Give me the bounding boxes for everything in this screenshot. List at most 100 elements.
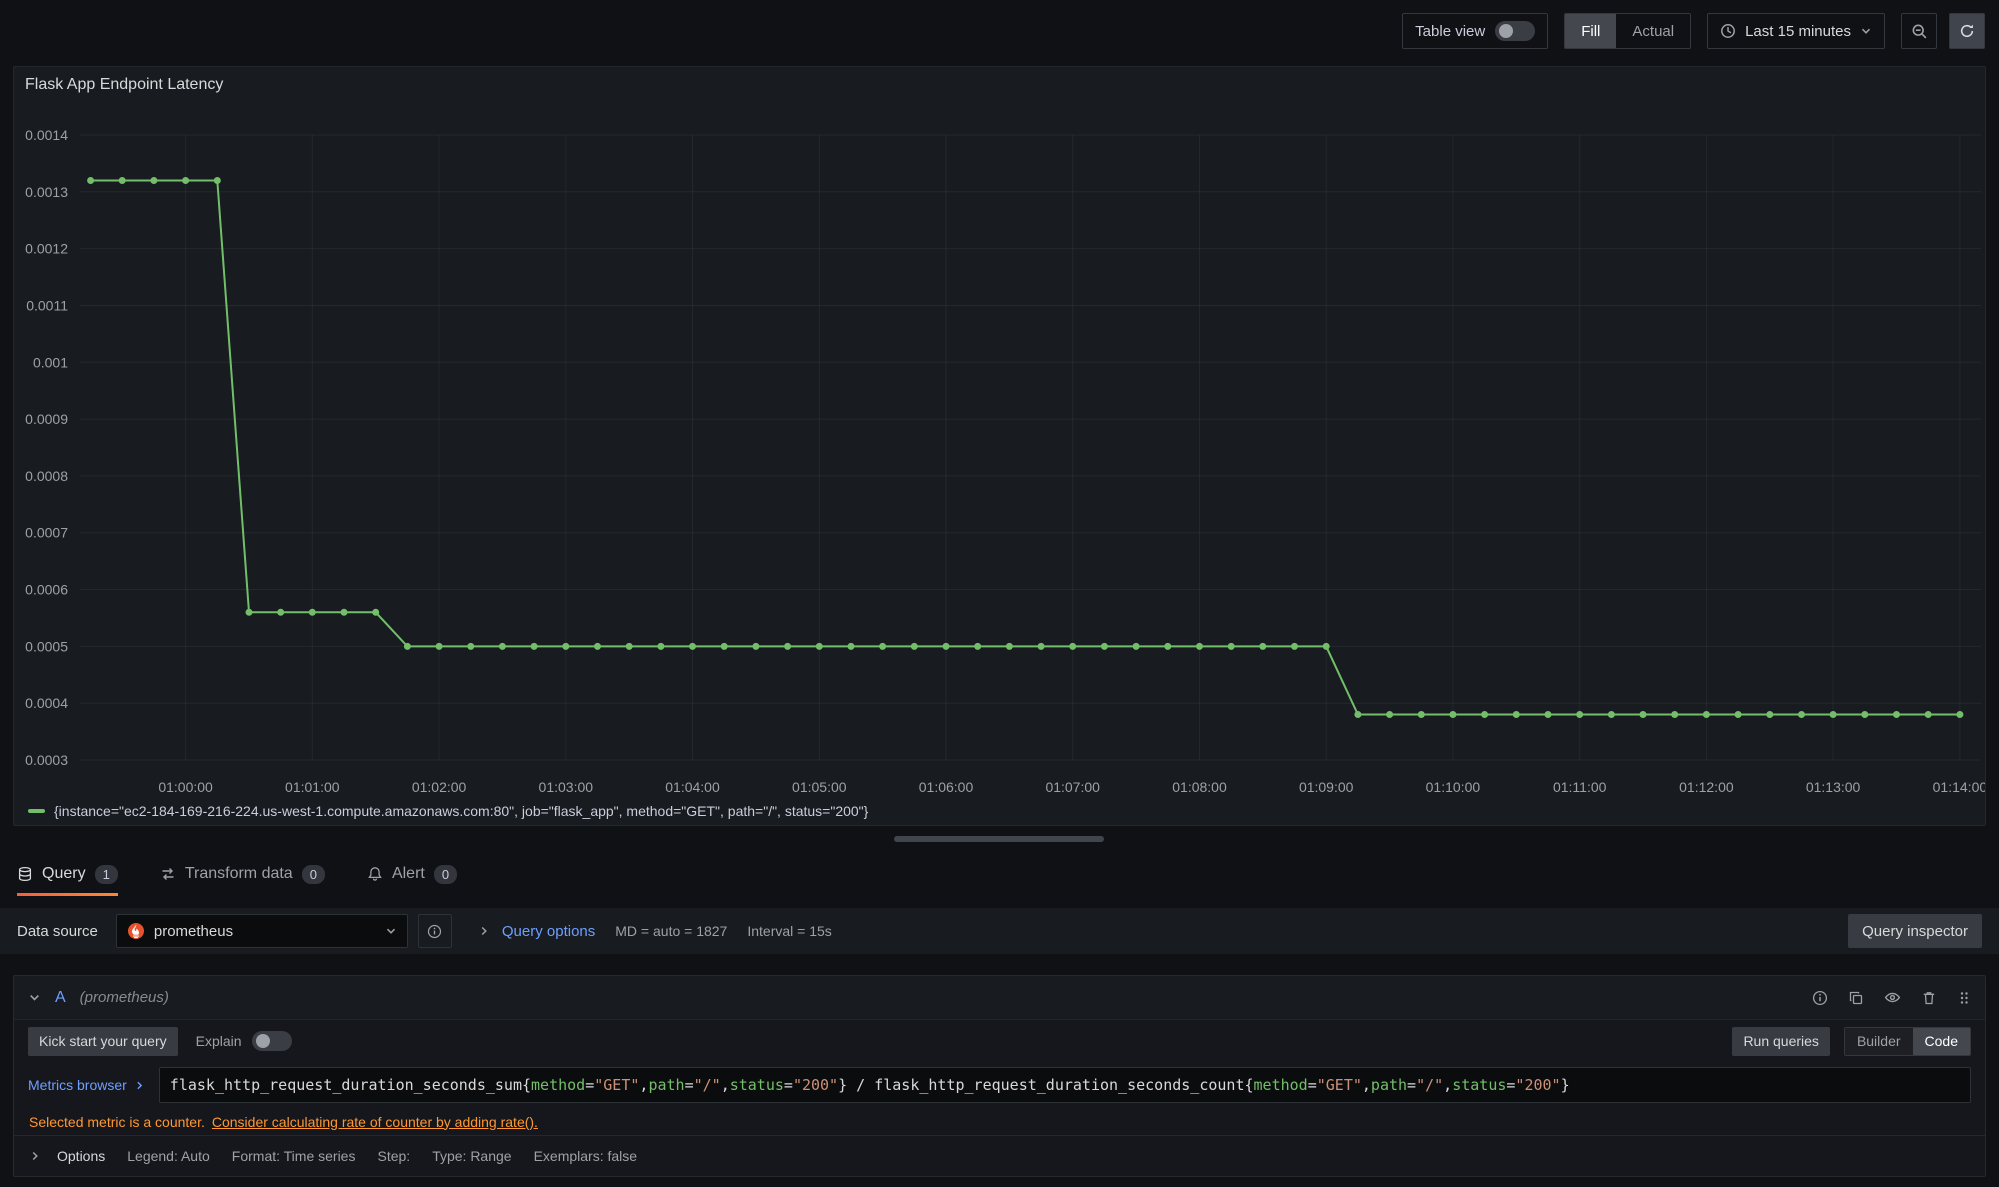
query-ref-id[interactable]: A xyxy=(55,989,66,1007)
latency-panel: Flask App Endpoint Latency 0.00140.00130… xyxy=(13,66,1986,826)
svg-text:0.0009: 0.0009 xyxy=(25,411,68,427)
svg-text:01:12:00: 01:12:00 xyxy=(1679,779,1734,795)
refresh-button[interactable] xyxy=(1949,13,1985,49)
options-label: Options xyxy=(57,1148,105,1164)
zoom-out-icon xyxy=(1911,23,1928,40)
query-options-interval: Interval = 15s xyxy=(747,923,831,939)
svg-text:0.0007: 0.0007 xyxy=(25,525,68,541)
query-options-toggle[interactable]: Query options MD = auto = 1827 Interval … xyxy=(478,923,832,940)
svg-text:0.0012: 0.0012 xyxy=(25,241,68,257)
option-exemplars: Exemplars: false xyxy=(534,1148,637,1164)
time-range-label: Last 15 minutes xyxy=(1745,23,1851,40)
info-circle-icon[interactable] xyxy=(1812,990,1828,1006)
option-legend: Legend: Auto xyxy=(127,1148,210,1164)
tab-transform-data[interactable]: Transform data 0 xyxy=(160,852,325,896)
query-expression-row: Metrics browser flask_http_request_durat… xyxy=(14,1062,1985,1108)
legend-swatch xyxy=(28,809,45,813)
warning-rate-link[interactable]: Consider calculating rate of counter by … xyxy=(212,1114,538,1130)
table-view-control: Table view xyxy=(1402,13,1548,49)
svg-text:01:13:00: 01:13:00 xyxy=(1806,779,1861,795)
time-range-picker[interactable]: Last 15 minutes xyxy=(1707,13,1885,49)
svg-text:01:11:00: 01:11:00 xyxy=(1553,779,1607,795)
tab-alert-count: 0 xyxy=(434,865,457,884)
option-format: Format: Time series xyxy=(232,1148,356,1164)
datasource-label: Data source xyxy=(17,923,98,940)
svg-text:01:09:00: 01:09:00 xyxy=(1299,779,1354,795)
svg-text:01:02:00: 01:02:00 xyxy=(412,779,467,795)
database-icon xyxy=(17,866,33,882)
promql-expression-input[interactable]: flask_http_request_duration_seconds_sum{… xyxy=(159,1067,1971,1103)
kick-start-query-button[interactable]: Kick start your query xyxy=(28,1027,178,1056)
zoom-out-button[interactable] xyxy=(1901,13,1937,49)
svg-text:0.0014: 0.0014 xyxy=(25,127,68,143)
eye-icon[interactable] xyxy=(1884,989,1901,1006)
panel-title[interactable]: Flask App Endpoint Latency xyxy=(25,76,223,94)
run-queries-button[interactable]: Run queries xyxy=(1732,1027,1830,1056)
svg-text:0.001: 0.001 xyxy=(33,354,68,370)
counter-warning: Selected metric is a counter. Consider c… xyxy=(14,1108,1985,1135)
explain-control: Explain xyxy=(196,1031,292,1051)
code-option[interactable]: Code xyxy=(1913,1028,1970,1055)
tab-query-count: 1 xyxy=(95,865,118,884)
query-editor-card: A (prometheus) Kick start your query Exp… xyxy=(13,975,1986,1177)
legend-label[interactable]: {instance="ec2-184-169-216-224.us-west-1… xyxy=(54,803,868,819)
chevron-down-icon xyxy=(385,925,397,937)
query-options-label: Query options xyxy=(502,923,595,940)
copy-query-icon[interactable] xyxy=(1848,990,1864,1006)
svg-text:0.0005: 0.0005 xyxy=(25,638,68,654)
datasource-picker[interactable]: prometheus xyxy=(116,914,408,948)
actual-option[interactable]: Actual xyxy=(1616,14,1690,48)
svg-text:0.0006: 0.0006 xyxy=(25,582,68,598)
tab-query-label: Query xyxy=(42,865,86,883)
datasource-value: prometheus xyxy=(154,923,376,940)
transform-icon xyxy=(160,866,176,882)
info-circle-icon xyxy=(427,924,442,939)
tab-query[interactable]: Query 1 xyxy=(17,852,118,896)
query-toolbar-right: Run queries Builder Code xyxy=(1732,1027,1971,1056)
chevron-down-icon xyxy=(1860,25,1872,37)
table-view-toggle[interactable] xyxy=(1495,21,1535,41)
drag-handle-icon[interactable] xyxy=(1957,990,1971,1006)
svg-text:01:03:00: 01:03:00 xyxy=(539,779,594,795)
chart-legend: {instance="ec2-184-169-216-224.us-west-1… xyxy=(28,803,868,819)
tab-transform-count: 0 xyxy=(302,865,325,884)
svg-text:01:14:00: 01:14:00 xyxy=(1933,779,1985,795)
panel-resize-handle[interactable] xyxy=(894,836,1104,842)
table-view-label: Table view xyxy=(1415,23,1485,40)
explain-label: Explain xyxy=(196,1033,242,1049)
svg-text:01:07:00: 01:07:00 xyxy=(1045,779,1100,795)
clock-icon xyxy=(1720,23,1736,39)
query-inspector-button[interactable]: Query inspector xyxy=(1848,914,1982,948)
chevron-right-icon xyxy=(29,1150,41,1162)
svg-text:01:10:00: 01:10:00 xyxy=(1426,779,1481,795)
query-options-md: MD = auto = 1827 xyxy=(615,923,727,939)
datasource-row: Data source prometheus Query options MD … xyxy=(0,908,1999,954)
editor-tabs: Query 1 Transform data 0 Alert 0 xyxy=(0,852,1999,896)
fill-actual-group: Fill Actual xyxy=(1564,13,1691,49)
latency-chart[interactable]: 0.00140.00130.00120.00110.0010.00090.000… xyxy=(14,67,1985,825)
datasource-help-button[interactable] xyxy=(418,914,452,948)
query-toolbar: Kick start your query Explain Run querie… xyxy=(14,1020,1985,1062)
svg-text:01:06:00: 01:06:00 xyxy=(919,779,974,795)
chevron-right-icon xyxy=(478,925,490,937)
metrics-browser-link[interactable]: Metrics browser xyxy=(28,1077,145,1093)
tab-transform-label: Transform data xyxy=(185,865,293,883)
chevron-down-icon[interactable] xyxy=(28,991,41,1004)
query-header: A (prometheus) xyxy=(14,976,1985,1020)
builder-option[interactable]: Builder xyxy=(1845,1028,1913,1055)
svg-text:01:05:00: 01:05:00 xyxy=(792,779,847,795)
tab-alert-label: Alert xyxy=(392,865,425,883)
builder-code-group: Builder Code xyxy=(1844,1027,1971,1056)
explain-toggle[interactable] xyxy=(252,1031,292,1051)
svg-text:0.0011: 0.0011 xyxy=(26,298,68,314)
svg-text:01:00:00: 01:00:00 xyxy=(158,779,213,795)
bell-icon xyxy=(367,866,383,882)
prometheus-icon xyxy=(127,922,145,940)
refresh-icon xyxy=(1959,23,1975,39)
query-options-footer[interactable]: Options Legend: Auto Format: Time series… xyxy=(14,1135,1985,1176)
tab-alert[interactable]: Alert 0 xyxy=(367,852,457,896)
fill-option[interactable]: Fill xyxy=(1565,14,1616,48)
svg-text:0.0008: 0.0008 xyxy=(25,468,68,484)
trash-icon[interactable] xyxy=(1921,990,1937,1006)
warning-text: Selected metric is a counter. xyxy=(29,1114,205,1130)
